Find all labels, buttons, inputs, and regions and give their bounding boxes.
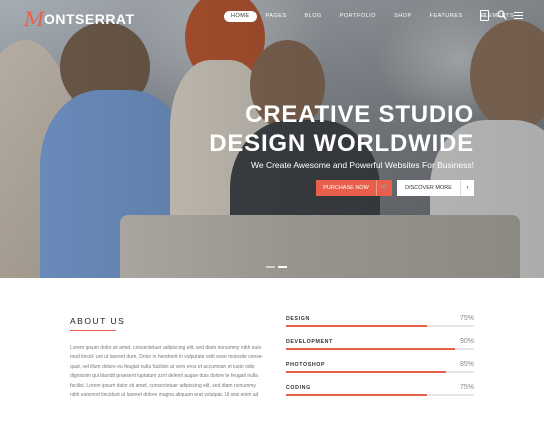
skill-bar-fill <box>286 348 456 350</box>
cart-icon: 🛒 <box>376 180 392 196</box>
search-icon[interactable] <box>497 10 507 20</box>
skill-design: DESIGN 75% <box>286 315 474 336</box>
about-title: ABOUT US <box>70 316 126 326</box>
nav-item-pages[interactable]: PAGES <box>257 11 296 22</box>
skill-name: CODING <box>286 385 311 391</box>
hero-banner: MONTSERRAT HOME PAGES BLOG PORTFOLIO SHO… <box>0 0 544 278</box>
nav-item-portfolio[interactable]: PORTFOLIO <box>331 11 385 22</box>
nav-item-shop[interactable]: SHOP <box>385 11 421 22</box>
discover-more-button[interactable]: DISCOVER MORE › <box>397 180 474 196</box>
menu-icon[interactable] <box>514 12 523 19</box>
slider-dot-active[interactable] <box>278 266 287 268</box>
skill-track <box>286 325 474 327</box>
cart-count: 1 <box>483 13 486 19</box>
slider-dot[interactable] <box>266 266 275 268</box>
about-body: Lorem ipsum dolor sit amet, consectetuer… <box>70 345 264 399</box>
logo-text: ONTSERRAT <box>43 11 135 27</box>
hero-headline: CREATIVE STUDIO DESIGN WORLDWIDE <box>209 100 474 158</box>
skill-development: DEVELOPMENT 90% <box>286 338 474 359</box>
nav-item-blog[interactable]: BLOG <box>296 11 331 22</box>
cart-icon[interactable]: 1 <box>480 10 489 21</box>
skill-name: PHOTOSHOP <box>286 362 326 368</box>
purchase-now-label: PURCHASE NOW <box>323 185 369 191</box>
nav-item-features[interactable]: FEATURES <box>421 11 472 22</box>
hero-headline-line1: CREATIVE STUDIO <box>245 101 474 128</box>
skill-bar-fill <box>286 325 427 327</box>
skill-photoshop: PHOTOSHOP 85% <box>286 361 474 382</box>
nav-item-home[interactable]: HOME <box>224 11 257 22</box>
skill-bar-fill <box>286 394 427 396</box>
skill-track <box>286 394 474 396</box>
skill-name: DESIGN <box>286 316 310 322</box>
slider-dots <box>266 266 287 268</box>
main-nav: HOME PAGES BLOG PORTFOLIO SHOP FEATURES … <box>224 11 523 22</box>
skill-percent: 85% <box>459 361 474 368</box>
logo-initial: M <box>24 7 45 31</box>
purchase-now-button[interactable]: PURCHASE NOW 🛒 <box>316 180 392 196</box>
skill-name: DEVELOPMENT <box>286 339 333 345</box>
skill-percent: 75% <box>459 384 474 391</box>
hero-headline-line2: DESIGN WORLDWIDE <box>209 130 474 157</box>
about-divider <box>70 330 116 331</box>
chevron-right-icon: › <box>460 180 474 196</box>
skill-percent: 90% <box>459 338 474 345</box>
skill-coding: CODING 75% <box>286 384 474 405</box>
hero-subheadline: We Create Awesome and Powerful Websites … <box>251 160 474 170</box>
skill-track <box>286 371 474 373</box>
site-logo[interactable]: MONTSERRAT <box>24 7 135 31</box>
discover-more-label: DISCOVER MORE <box>405 185 452 191</box>
skill-percent: 75% <box>459 315 474 322</box>
skill-track <box>286 348 474 350</box>
skill-bar-fill <box>286 371 446 373</box>
